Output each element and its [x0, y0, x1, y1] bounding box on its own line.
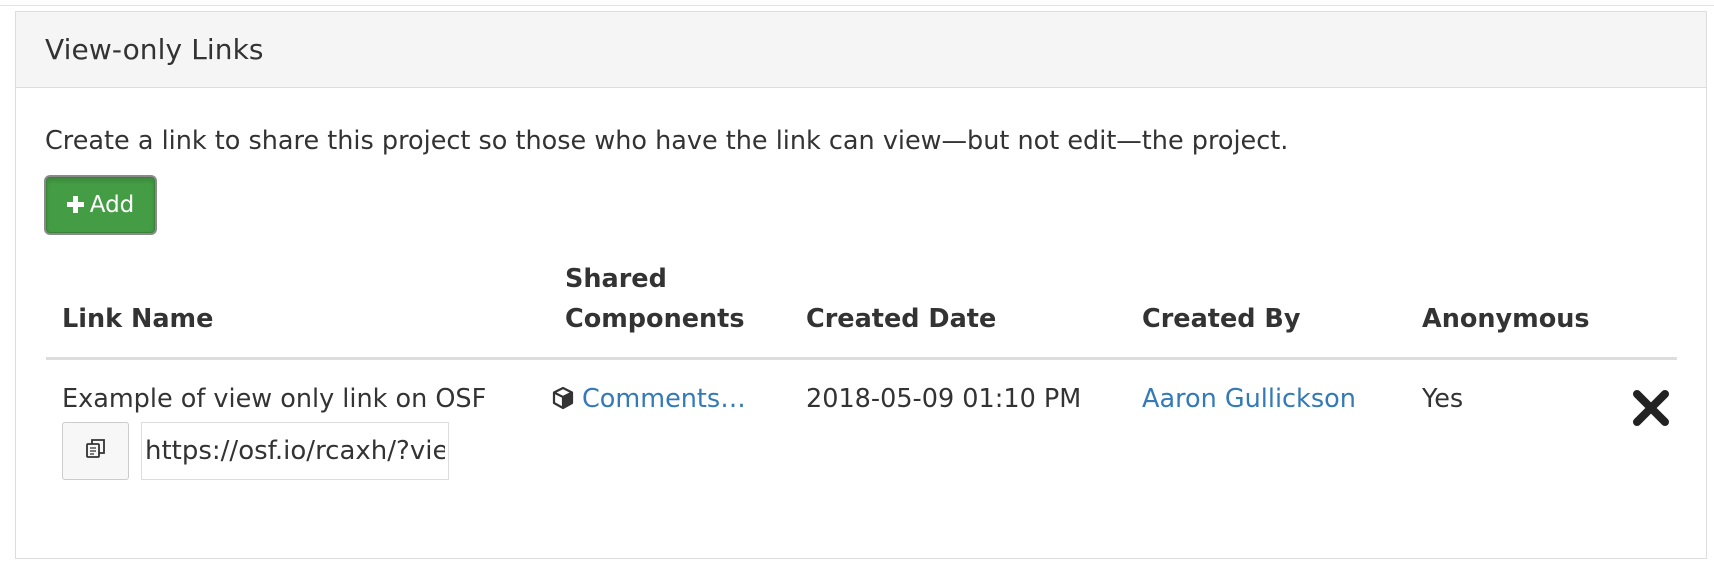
link-name-cell: Example of view only link on OSF: [62, 384, 487, 414]
header-link-name: Link Name: [62, 304, 214, 334]
links-table: Link Name Shared Components Created Date…: [46, 257, 1677, 490]
close-icon[interactable]: [1631, 388, 1671, 432]
add-button-label: Add: [89, 192, 135, 218]
panel-description: Create a link to share this project so t…: [45, 126, 1289, 156]
view-only-url-input[interactable]: [141, 422, 449, 480]
header-created-by: Created By: [1142, 304, 1301, 334]
anonymous-cell: Yes: [1422, 384, 1464, 414]
table-row: Example of view only link on OSF https:/…: [46, 360, 1677, 490]
shared-component-cell: Comments…: [551, 382, 746, 419]
top-divider: [0, 0, 1714, 6]
copy-link-button[interactable]: [62, 422, 129, 480]
plus-icon: [66, 192, 84, 218]
table-header: Link Name Shared Components Created Date…: [46, 257, 1677, 360]
header-shared-components-line1: Shared: [565, 264, 667, 294]
component-link[interactable]: Comments…: [582, 384, 746, 414]
header-shared-components-line2: Components: [565, 304, 745, 334]
panel-heading: View-only Links: [16, 12, 1706, 88]
panel-title: View-only Links: [45, 33, 264, 66]
cube-icon: [551, 385, 575, 419]
view-only-links-panel: View-only Links Create a link to share t…: [15, 11, 1707, 559]
header-created-date: Created Date: [806, 304, 997, 334]
created-date-cell: 2018-05-09 01:10 PM: [806, 384, 1082, 414]
created-by-link[interactable]: Aaron Gullickson: [1142, 382, 1356, 416]
add-link-button[interactable]: Add: [46, 177, 155, 233]
header-shared-components: Shared Components: [565, 259, 745, 339]
header-anonymous: Anonymous: [1422, 304, 1590, 334]
copy-icon: [84, 437, 108, 465]
